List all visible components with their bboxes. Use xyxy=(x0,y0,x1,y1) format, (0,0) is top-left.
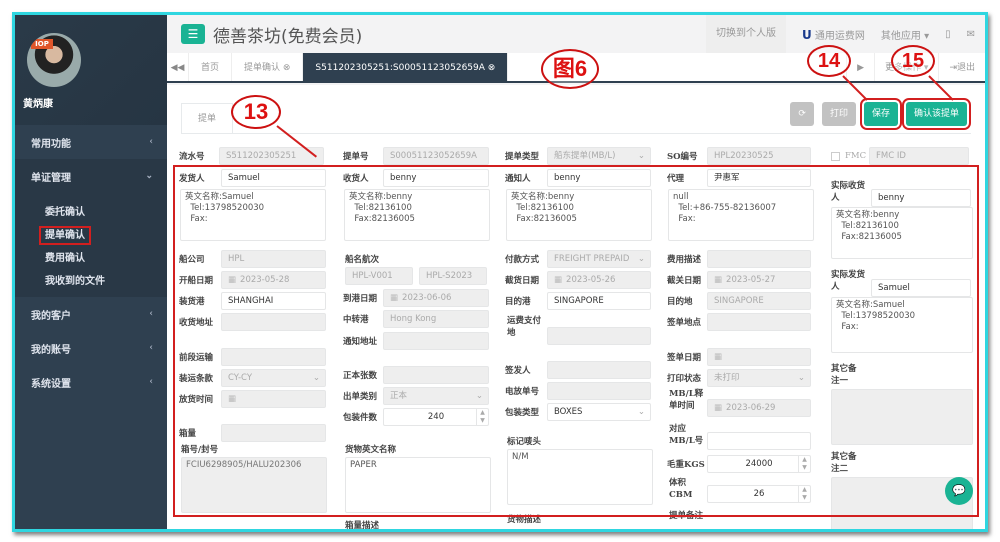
bl-no-input[interactable]: S00051123052659A xyxy=(383,147,489,165)
topbar: ☰ 德善茶坊(免费会员) 切换到个人版 U 通用运费网 其他应用 ▾ ▯ ✉ xyxy=(167,15,985,53)
user-name[interactable]: 黄炳康 xyxy=(23,95,53,110)
bl-type-field: 提单类型 船东提单(MB/L) ⌄ xyxy=(505,147,651,165)
sidebar-nav: 常用功能 ‹ 单证管理 ⌄ 委托确认 提单确认 费用确认 我收到的文件 我的客户 ‹ … xyxy=(15,125,167,399)
serial-no-label: 流水号 xyxy=(179,152,205,162)
annotation-figure: 图6 xyxy=(541,49,599,89)
print-button[interactable]: 打印 xyxy=(821,102,856,126)
content-area: 提单 ⟳ 打印 保存 确认该提单 流水号 S511202305251 提单号 S00… xyxy=(167,85,985,529)
menu-toggle-button[interactable]: ☰ xyxy=(181,24,205,44)
brand-link[interactable]: U 通用运费网 xyxy=(802,27,865,42)
tab-current-bl[interactable]: S511202305251:S00051123052659A ⊗ xyxy=(303,53,509,81)
serial-no-field: 流水号 S511202305251 xyxy=(179,147,324,165)
fmc-checkbox[interactable] xyxy=(831,151,840,161)
annotation-14: 14 xyxy=(807,45,851,77)
tab-bill-of-lading[interactable]: 提单 xyxy=(181,103,233,133)
avatar-logo: IOP xyxy=(31,39,53,49)
fmc-label: FMC xyxy=(845,151,867,161)
mail-icon[interactable]: ✉ xyxy=(967,29,975,40)
sidebar-item-label: 系统设置 xyxy=(31,378,71,390)
sidebar-item-label: 单证管理 xyxy=(31,172,71,184)
bl-no-field: 提单号 S00051123052659A xyxy=(343,147,489,165)
screenshot-frame: IOP 黄炳康 常用功能 ‹ 单证管理 ⌄ 委托确认 提单确认 费用确认 我收到的文… xyxy=(12,12,988,532)
confirm-bl-button[interactable]: 确认该提单 xyxy=(901,98,972,130)
sidebar-item-common[interactable]: 常用功能 ‹ xyxy=(15,125,167,159)
switch-edition-link[interactable]: 切换到个人版 xyxy=(705,15,786,53)
bl-type-label: 提单类型 xyxy=(505,152,540,162)
fmc-id-input[interactable]: FMC ID xyxy=(869,147,969,165)
submenu-label: 我收到的文件 xyxy=(45,276,105,287)
tab-divider xyxy=(181,133,971,134)
sidebar-group-documents: 单证管理 ⌄ 委托确认 提单确认 费用确认 我收到的文件 xyxy=(15,159,167,297)
sidebar-item-label: 我的账号 xyxy=(31,344,71,356)
page-title: 德善茶坊(免费会员) xyxy=(213,26,363,47)
bl-no-label: 提单号 xyxy=(343,152,369,162)
sidebar: IOP 黄炳康 常用功能 ‹ 单证管理 ⌄ 委托确认 提单确认 费用确认 我收到的文… xyxy=(15,15,167,529)
submenu-label: 提单确认 xyxy=(39,226,91,245)
submenu-item-bl-confirm[interactable]: 提单确认 xyxy=(15,222,167,245)
tab-home[interactable]: 首页 xyxy=(189,53,233,81)
submenu-label: 委托确认 xyxy=(45,207,85,218)
sidebar-item-label: 常用功能 xyxy=(31,138,71,150)
brand-logo-icon: U xyxy=(801,27,812,42)
fmc-field: FMC FMC ID xyxy=(831,147,969,165)
avatar[interactable]: IOP xyxy=(27,33,81,87)
chevron-left-icon: ‹ xyxy=(149,137,153,147)
sidebar-item-documents[interactable]: 单证管理 ⌄ xyxy=(15,159,167,193)
annotation-13: 13 xyxy=(231,95,281,129)
submenu-item-fee-confirm[interactable]: 费用确认 xyxy=(15,245,167,268)
brand-label: 通用运费网 xyxy=(814,30,865,42)
other-apps-dropdown[interactable]: 其他应用 ▾ xyxy=(881,27,929,42)
so-no-input[interactable]: HPL20230525 xyxy=(707,147,811,165)
so-no-field: SO编号 HPL20230525 xyxy=(667,147,811,165)
sidebar-item-label: 我的客户 xyxy=(31,310,71,322)
container-desc-label: 箱量描述 xyxy=(345,521,380,531)
profile-panel: IOP 黄炳康 xyxy=(15,15,167,125)
submenu: 委托确认 提单确认 费用确认 我收到的文件 xyxy=(15,193,167,297)
chevron-down-icon: ⌄ xyxy=(145,171,153,181)
tabs-back-button[interactable]: ◀◀ xyxy=(167,53,189,81)
logout-button[interactable]: ⇥退出 xyxy=(938,53,985,81)
chevron-down-icon: ⌄ xyxy=(637,151,645,161)
sidebar-item-customers[interactable]: 我的客户 ‹ xyxy=(15,297,167,331)
chevron-left-icon: ‹ xyxy=(149,343,153,353)
annotation-15: 15 xyxy=(891,45,935,77)
annotation-box-13 xyxy=(173,165,979,517)
sidebar-item-settings[interactable]: 系统设置 ‹ xyxy=(15,365,167,399)
tab-bl-confirm[interactable]: 提单确认 ⊗ xyxy=(232,53,304,81)
bl-type-value: 船东提单(MB/L) xyxy=(554,151,616,161)
bl-type-select[interactable]: 船东提单(MB/L) ⌄ xyxy=(547,147,651,165)
so-no-label: SO编号 xyxy=(667,152,698,162)
submenu-label: 费用确认 xyxy=(45,253,85,264)
chevron-left-icon: ‹ xyxy=(149,377,153,387)
action-bar: ⟳ 打印 保存 确认该提单 xyxy=(790,98,972,130)
submenu-item-received-files[interactable]: 我收到的文件 xyxy=(15,268,167,291)
chevron-left-icon: ‹ xyxy=(149,309,153,319)
save-button[interactable]: 保存 xyxy=(859,98,902,130)
mobile-icon[interactable]: ▯ xyxy=(945,29,951,40)
submenu-item-booking-confirm[interactable]: 委托确认 xyxy=(15,199,167,222)
refresh-button[interactable]: ⟳ xyxy=(790,102,814,126)
sidebar-item-account[interactable]: 我的账号 ‹ xyxy=(15,331,167,365)
